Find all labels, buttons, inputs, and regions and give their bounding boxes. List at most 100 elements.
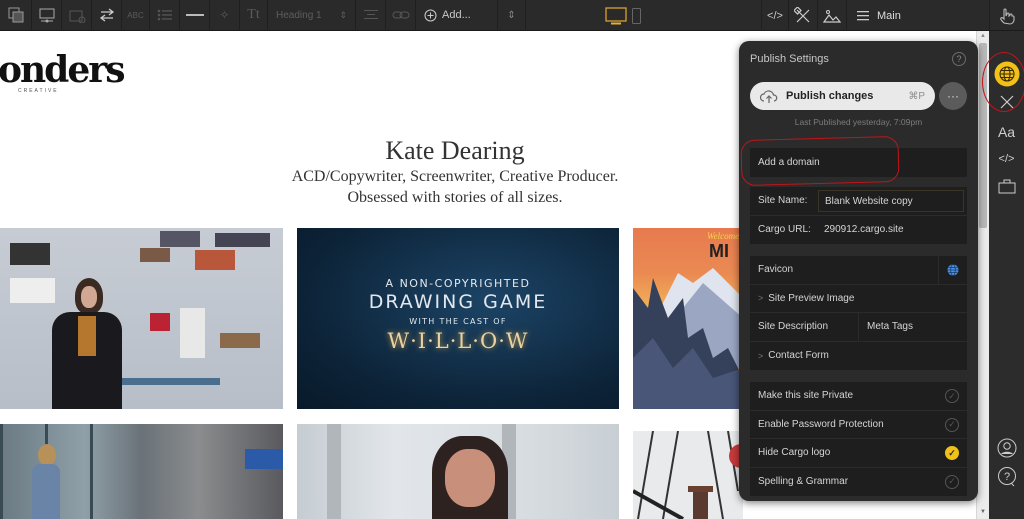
- scrollbar-thumb[interactable]: [979, 43, 987, 228]
- site-preview-image-row[interactable]: > Site Preview Image: [750, 285, 967, 313]
- meta-tags-label: Meta Tags: [867, 321, 913, 333]
- toggle-label: Spelling & Grammar: [758, 476, 849, 488]
- image-settings-button[interactable]: [62, 0, 92, 31]
- chevron-right-icon: >: [758, 293, 764, 304]
- code-icon: </>: [767, 9, 783, 22]
- project-thumbnail[interactable]: [297, 424, 619, 519]
- publish-settings-panel: Publish Settings ? Publish changes ⌘P ··…: [739, 41, 978, 501]
- svg-text:?: ?: [1003, 471, 1009, 483]
- commerce-button[interactable]: [989, 175, 1024, 197]
- swap-button[interactable]: [92, 0, 122, 31]
- more-options-button[interactable]: ···: [939, 82, 967, 110]
- stars-icon: ✧: [219, 8, 230, 22]
- tagline-line-1[interactable]: ACD/Copywriter, Screenwriter, Creative P…: [230, 166, 680, 187]
- mobile-view-button[interactable]: [629, 0, 643, 31]
- add-options-button[interactable]: ⇕: [498, 0, 526, 31]
- right-sidebar: Aa </> ?: [989, 31, 1024, 519]
- checkmark-icon[interactable]: ✓: [945, 389, 959, 403]
- site-logo-subtitle: CREATIVE: [18, 88, 59, 94]
- ferris-wheel-art: [633, 431, 743, 519]
- desktop-icon: [605, 6, 627, 24]
- updown-chevron-icon: ⇕: [507, 9, 516, 21]
- toggle-label: Enable Password Protection: [758, 418, 884, 430]
- publish-shortcut: ⌘P: [908, 90, 925, 102]
- toggle-row[interactable]: Enable Password Protection ✓: [750, 411, 967, 439]
- cargo-url-row: Cargo URL: 290912.cargo.site: [750, 216, 967, 245]
- help-icon[interactable]: ?: [952, 52, 966, 66]
- text-size-icon: Tt: [247, 7, 260, 22]
- heading-select[interactable]: Heading 1 ⇕: [268, 0, 356, 31]
- checkmark-icon[interactable]: ✓: [945, 446, 959, 460]
- design-tools-button[interactable]: [989, 91, 1024, 113]
- device-toggle: [603, 0, 643, 31]
- add-button[interactable]: Add...: [416, 0, 498, 31]
- cargo-url-value[interactable]: 290912.cargo.site: [824, 224, 904, 235]
- site-heading[interactable]: Kate Dearing: [230, 136, 680, 166]
- tagline-line-2[interactable]: Obsessed with stories of all sizes.: [230, 187, 680, 208]
- typography-icon: Aa: [997, 124, 1016, 140]
- horizontal-rule-icon: [185, 14, 204, 16]
- desktop-view-button[interactable]: [603, 0, 629, 31]
- list-button[interactable]: [150, 0, 180, 31]
- project-thumbnail[interactable]: [0, 424, 283, 519]
- contact-form-label: Contact Form: [768, 350, 829, 362]
- site-name-input[interactable]: [818, 190, 964, 212]
- ellipsis-icon: ···: [947, 89, 959, 103]
- meta-tags-button[interactable]: Meta Tags: [859, 321, 913, 332]
- interact-mode-button[interactable]: [989, 0, 1024, 31]
- cloud-upload-icon: [760, 89, 778, 103]
- custom-code-button[interactable]: </>: [989, 149, 1024, 169]
- site-identity-group: Site Name: Cargo URL: 290912.cargo.site: [750, 187, 967, 244]
- spellcheck-button[interactable]: ABC: [122, 0, 150, 31]
- divider-button[interactable]: [180, 0, 210, 31]
- favicon-row[interactable]: Favicon: [750, 256, 967, 285]
- abc-icon: ABC: [127, 10, 144, 20]
- page-menu-button[interactable]: Main: [847, 0, 927, 31]
- toggle-row[interactable]: Spelling & Grammar ✓: [750, 468, 967, 497]
- add-label: Add...: [442, 9, 471, 21]
- site-logo[interactable]: onders: [0, 49, 125, 91]
- user-avatar-icon: [997, 438, 1016, 458]
- scroll-down-arrow-icon[interactable]: ▼: [980, 509, 986, 515]
- icons-button[interactable]: ✧: [210, 0, 240, 31]
- help-button[interactable]: ?: [989, 465, 1024, 489]
- project-thumbnail[interactable]: A NON-COPYRIGHTED DRAWING GAME WITH THE …: [297, 228, 619, 409]
- add-domain-row[interactable]: Add a domain: [750, 148, 967, 177]
- toggle-row[interactable]: Make this site Private ✓: [750, 382, 967, 411]
- swap-arrows-icon: [99, 8, 114, 22]
- contact-form-row[interactable]: > Contact Form: [750, 342, 967, 371]
- layers-button[interactable]: [0, 0, 32, 31]
- hero-text: Kate Dearing ACD/Copywriter, Screenwrite…: [230, 136, 680, 208]
- preview-button[interactable]: [32, 0, 62, 31]
- favicon-globe-icon: [947, 264, 959, 276]
- favicon-label: Favicon: [758, 264, 794, 276]
- scroll-up-arrow-icon[interactable]: ▲: [980, 33, 986, 39]
- publish-settings-button[interactable]: [989, 59, 1024, 89]
- project-thumbnail[interactable]: [0, 228, 283, 409]
- domain-group: Add a domain: [750, 148, 967, 177]
- code-view-button[interactable]: </>: [761, 0, 789, 31]
- project-thumbnail[interactable]: Welcome MI: [633, 228, 743, 409]
- link-icon: [392, 11, 409, 19]
- typography-button[interactable]: Aa: [989, 121, 1024, 143]
- publish-changes-button[interactable]: Publish changes ⌘P: [750, 82, 935, 110]
- align-button[interactable]: [356, 0, 386, 31]
- text-style-button[interactable]: Tt: [240, 0, 268, 31]
- design-button[interactable]: [789, 0, 818, 31]
- last-published-text: Last Published yesterday, 7:09pm: [794, 117, 923, 127]
- checkmark-icon[interactable]: ✓: [945, 417, 959, 432]
- media-button[interactable]: [818, 0, 847, 31]
- link-button[interactable]: [386, 0, 416, 31]
- project-thumbnail[interactable]: [633, 431, 743, 519]
- site-description-button[interactable]: Site Description: [750, 312, 859, 341]
- monitor-icon: [39, 8, 54, 23]
- code-icon: </>: [998, 153, 1015, 165]
- add-domain-label: Add a domain: [758, 156, 820, 168]
- bag-gear-icon: [69, 10, 85, 23]
- toggle-row[interactable]: Hide Cargo logo ✓: [750, 439, 967, 468]
- site-preview-image-label: Site Preview Image: [768, 292, 855, 304]
- site-name-label: Site Name:: [758, 195, 808, 207]
- account-button[interactable]: [989, 437, 1024, 459]
- checkmark-icon[interactable]: ✓: [945, 474, 959, 489]
- mountain-image-icon: [823, 9, 841, 23]
